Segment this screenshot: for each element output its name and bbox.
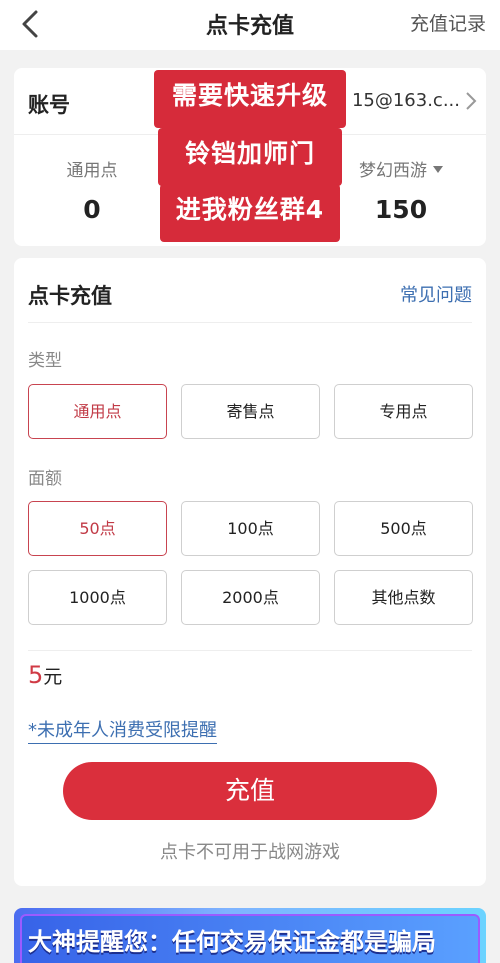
amount-option-1000[interactable]: 1000点 bbox=[28, 570, 167, 625]
amount-label: 面额 bbox=[28, 469, 62, 489]
account-label: 账号 bbox=[28, 93, 70, 117]
price-unit: 元 bbox=[43, 666, 63, 688]
chevron-right-icon[interactable] bbox=[464, 90, 478, 112]
nav-bar: 点卡充值 充值记录 bbox=[0, 0, 500, 50]
divider bbox=[28, 650, 472, 651]
amount-option-100[interactable]: 100点 bbox=[181, 501, 320, 556]
stat-general-points: 通用点 0 bbox=[17, 156, 167, 224]
caret-down-icon bbox=[433, 166, 443, 173]
divider bbox=[28, 322, 472, 323]
stat-value: 0 bbox=[83, 195, 101, 224]
stat-game-points[interactable]: 梦幻西游 150 bbox=[326, 156, 476, 224]
stat-label: 梦幻西游 bbox=[359, 161, 427, 181]
recharge-button[interactable]: 充值 bbox=[63, 762, 437, 820]
faq-link[interactable]: 常见问题 bbox=[400, 281, 472, 307]
stat-value: 150 bbox=[374, 195, 428, 224]
overlay-line: 需要快速升级 bbox=[154, 70, 346, 128]
type-label: 类型 bbox=[28, 351, 62, 371]
minor-spending-notice-link[interactable]: *未成年人消费受限提醒 bbox=[28, 716, 217, 744]
overlay-line: 铃铛加师门 bbox=[158, 128, 342, 186]
section-title: 点卡充值 bbox=[28, 284, 112, 308]
type-option-consignment[interactable]: 寄售点 bbox=[181, 384, 320, 439]
price-display: 5元 bbox=[28, 661, 62, 689]
price-value: 5 bbox=[28, 661, 44, 689]
amount-option-2000[interactable]: 2000点 bbox=[181, 570, 320, 625]
game-select[interactable]: 梦幻西游 bbox=[326, 156, 476, 181]
amount-option-500[interactable]: 500点 bbox=[334, 501, 473, 556]
amount-option-other[interactable]: 其他点数 bbox=[334, 570, 473, 625]
amount-option-50[interactable]: 50点 bbox=[28, 501, 167, 556]
banner-text: 大神提醒您：任何交易保证金都是骗局 bbox=[28, 928, 436, 956]
stat-label: 通用点 bbox=[66, 161, 118, 181]
warning-banner[interactable]: 大神提醒您：任何交易保证金都是骗局 bbox=[14, 908, 486, 963]
account-value[interactable]: 15@163.c... bbox=[352, 90, 460, 111]
usage-note: 点卡不可用于战网游戏 bbox=[160, 842, 340, 863]
type-option-general[interactable]: 通用点 bbox=[28, 384, 167, 439]
recharge-history-link[interactable]: 充值记录 bbox=[410, 9, 486, 36]
overlay-line: 进我粉丝群4 bbox=[160, 184, 340, 242]
type-option-dedicated[interactable]: 专用点 bbox=[334, 384, 473, 439]
recharge-card: 点卡充值 常见问题 类型 通用点 寄售点 专用点 面额 50点 100点 500… bbox=[14, 258, 486, 886]
